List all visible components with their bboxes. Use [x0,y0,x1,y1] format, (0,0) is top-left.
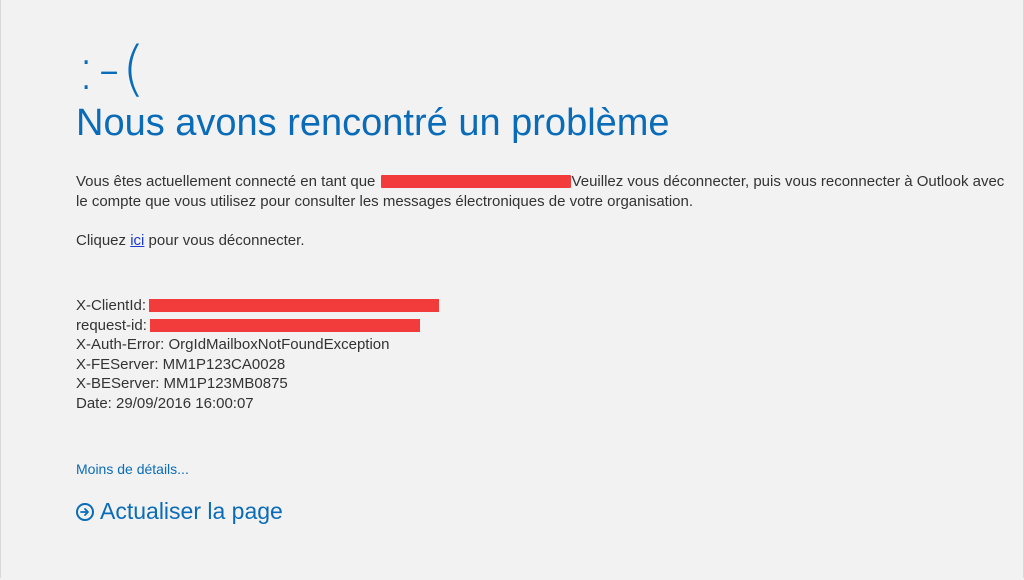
sad-emoticon: :-( [76,34,148,104]
signout-prefix: Cliquez [76,232,131,249]
fe-server-row: X-FEServer: MM1P123CA0028 [76,355,286,373]
error-message: Vous êtes actuellement connecté en tant … [76,172,1016,211]
date-row: Date: 29/09/2016 16:00:07 [76,394,254,412]
refresh-page-button[interactable]: Actualiser la page [76,498,283,525]
error-title: Nous avons rencontré un problème [76,102,670,144]
diagnostic-details: X-ClientId: request-id: X-Auth-Error: Or… [76,296,440,413]
signout-link[interactable]: ici [130,232,144,249]
redacted-account [380,175,571,188]
client-id-label: X-ClientId: [76,297,147,314]
message-before: Vous êtes actuellement connecté en tant … [76,173,380,190]
redacted-request-id [149,318,420,332]
page-frame [0,0,1024,578]
signout-line: Cliquez ici pour vous déconnecter. [76,231,304,251]
request-id-row: request-id: [76,316,439,336]
be-server-row: X-BEServer: MM1P123MB0875 [76,375,288,392]
refresh-label: Actualiser la page [100,498,283,524]
auth-error-row: X-Auth-Error: OrgIdMailboxNotFoundExcept… [76,336,390,353]
redacted-client-id [149,299,440,312]
client-id-row: X-ClientId: [76,296,440,316]
request-id-label: request-id: [76,316,147,334]
less-details-link[interactable]: Moins de détails... [76,461,189,477]
circle-arrow-right-icon [76,502,94,521]
signout-suffix: pour vous déconnecter. [144,232,305,249]
